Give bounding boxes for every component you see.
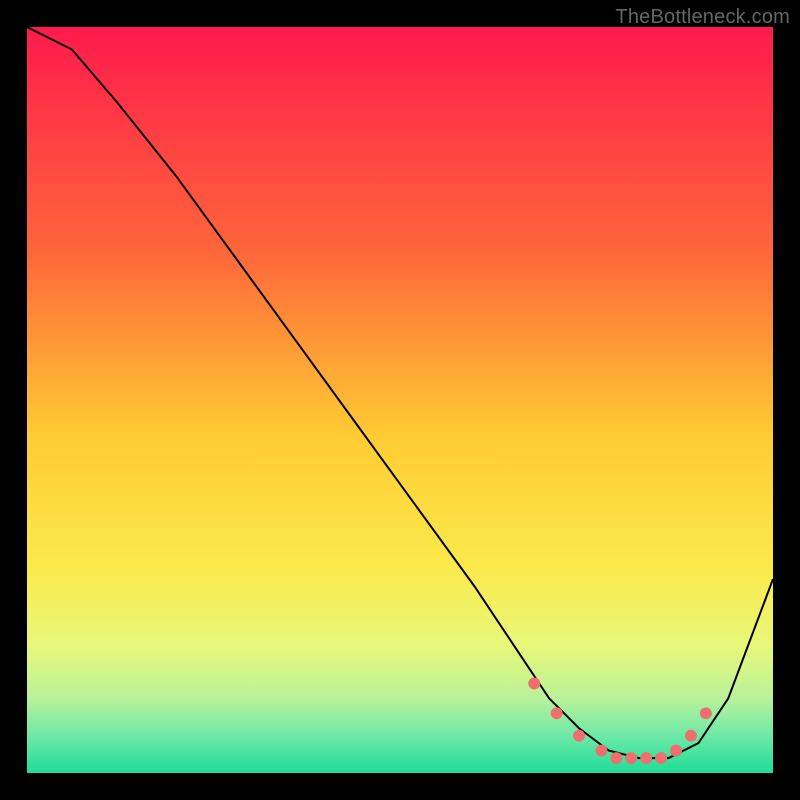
chart-lines (27, 27, 773, 773)
chart-frame: TheBottleneck.com (0, 0, 800, 800)
highlight-dot (573, 730, 585, 742)
bottleneck-curve (27, 27, 773, 758)
highlight-dot (625, 752, 637, 764)
highlight-dot (640, 752, 652, 764)
highlight-dot (700, 707, 712, 719)
plot-area (27, 27, 773, 773)
highlight-dot (528, 678, 540, 690)
highlight-dot (655, 752, 667, 764)
watermark-text: TheBottleneck.com (615, 6, 790, 29)
highlight-dot (685, 730, 697, 742)
highlight-dot (670, 745, 682, 757)
highlight-dot (551, 707, 563, 719)
highlight-dot (595, 745, 607, 757)
highlight-dot (610, 752, 622, 764)
